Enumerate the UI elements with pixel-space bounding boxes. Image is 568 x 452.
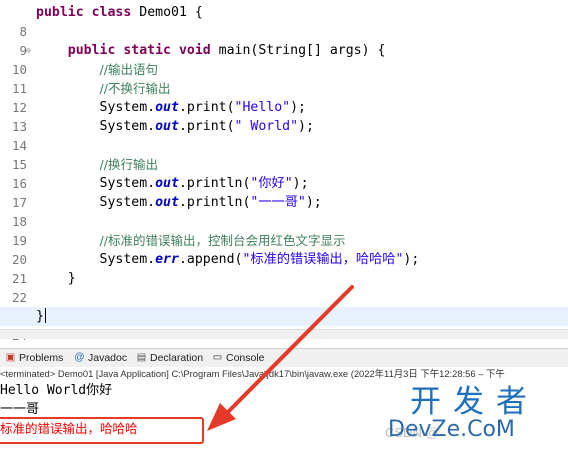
watermark-domain: DevZe.CoM [388, 417, 515, 442]
watermark-logo: 开发者 [410, 384, 539, 420]
